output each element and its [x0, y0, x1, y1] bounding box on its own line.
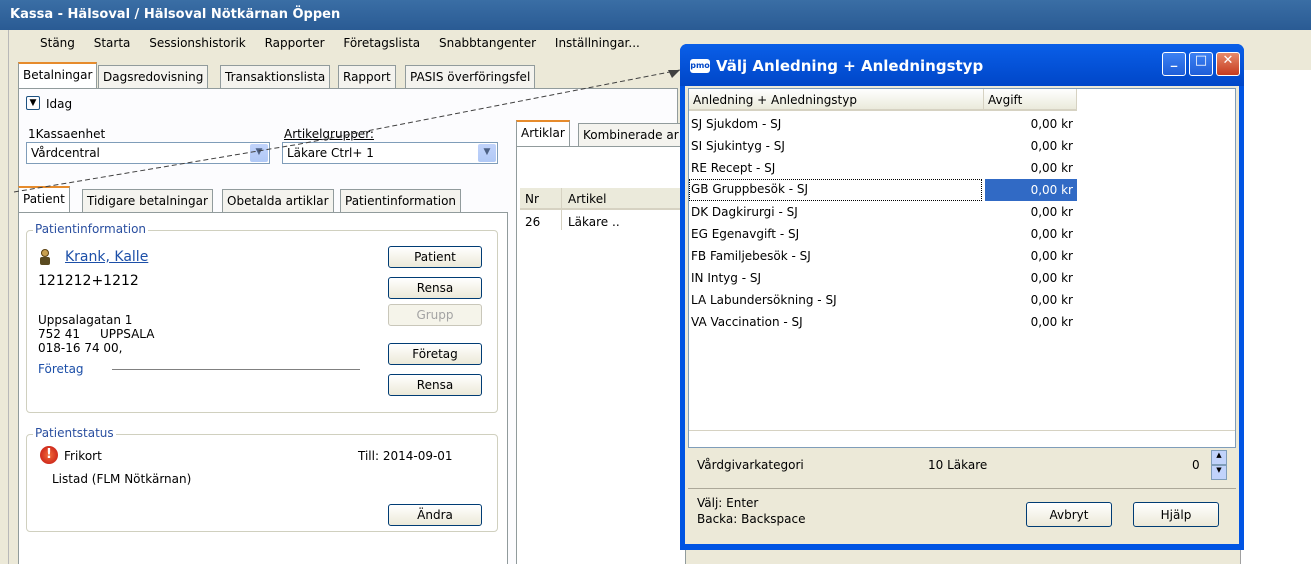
- spin-down-icon[interactable]: ▼: [1211, 465, 1227, 480]
- list-item[interactable]: SI Sjukintyg - SJ 0,00 kr: [689, 135, 1237, 157]
- dialog-body: Anledning + Anledningstyp Avgift SJ Sjuk…: [685, 86, 1239, 544]
- list-item[interactable]: FB Familjebesök - SJ 0,00 kr: [689, 245, 1237, 267]
- avgift-cell: 0,00 kr: [1030, 315, 1073, 329]
- anledning-cell: LA Labundersökning - SJ: [691, 293, 837, 307]
- avgift-cell: 0,00 kr: [985, 179, 1077, 201]
- list-item[interactable]: EG Egenavgift - SJ 0,00 kr: [689, 223, 1237, 245]
- spin-up-icon[interactable]: ▲: [1211, 450, 1227, 465]
- avgift-cell: 0,00 kr: [1030, 161, 1073, 175]
- close-icon[interactable]: ✕: [1216, 52, 1240, 76]
- vardgivarkategori-label: Vårdgivarkategori: [697, 458, 804, 472]
- anledning-cell: SJ Sjukdom - SJ: [691, 117, 782, 131]
- list-divider: [689, 430, 1235, 431]
- anledning-cell: VA Vaccination - SJ: [691, 315, 803, 329]
- list-item[interactable]: DK Dagkirurgi - SJ 0,00 kr: [689, 201, 1237, 223]
- avgift-cell: 0,00 kr: [1030, 271, 1073, 285]
- anledning-cell: GB Gruppbesök - SJ: [689, 179, 982, 201]
- col-anledning[interactable]: Anledning + Anledningstyp: [689, 89, 984, 111]
- avgift-cell: 0,00 kr: [1030, 139, 1073, 153]
- col-avgift[interactable]: Avgift: [984, 89, 1077, 111]
- footer-divider: [688, 488, 1236, 489]
- anledning-cell: DK Dagkirurgi - SJ: [691, 205, 798, 219]
- list-item[interactable]: VA Vaccination - SJ 0,00 kr: [689, 311, 1237, 333]
- avgift-cell: 0,00 kr: [1030, 227, 1073, 241]
- anledning-cell: EG Egenavgift - SJ: [691, 227, 800, 241]
- maximize-icon[interactable]: □: [1189, 52, 1213, 76]
- list-item[interactable]: LA Labundersökning - SJ 0,00 kr: [689, 289, 1237, 311]
- avgift-cell: 0,00 kr: [1030, 249, 1073, 263]
- anledning-cell: RE Recept - SJ: [691, 161, 776, 175]
- list-item[interactable]: GB Gruppbesök - SJ 0,00 kr: [689, 179, 1237, 201]
- avgift-cell: 0,00 kr: [1030, 293, 1073, 307]
- valj-anledning-dialog: Välj Anledning + Anledningstyp pmo _ □ ✕…: [680, 44, 1244, 550]
- minimize-icon[interactable]: _: [1162, 52, 1186, 76]
- avgift-cell: 0,00 kr: [1030, 205, 1073, 219]
- list-item[interactable]: RE Recept - SJ 0,00 kr: [689, 157, 1237, 179]
- list-item[interactable]: IN Intyg - SJ 0,00 kr: [689, 267, 1237, 289]
- dialog-title: Välj Anledning + Anledningstyp: [716, 57, 984, 75]
- avgift-cell: 0,00 kr: [1030, 117, 1073, 131]
- hint-backa: Backa: Backspace: [697, 512, 806, 526]
- anledning-cell: FB Familjebesök - SJ: [691, 249, 811, 263]
- anledning-cell: IN Intyg - SJ: [691, 271, 762, 285]
- pmo-logo-icon: pmo: [690, 59, 710, 73]
- hint-valj: Välj: Enter: [697, 496, 759, 510]
- dialog-titlebar: Välj Anledning + Anledningstyp: [680, 44, 1244, 86]
- anledning-cell: SI Sjukintyg - SJ: [691, 139, 785, 153]
- spinner-value[interactable]: 0: [1192, 458, 1200, 472]
- list-item[interactable]: SJ Sjukdom - SJ 0,00 kr: [689, 113, 1237, 135]
- vardgivarkategori-value: 10 Läkare: [928, 458, 988, 472]
- hjalp-button[interactable]: Hjälp: [1133, 502, 1219, 527]
- anledning-list[interactable]: Anledning + Anledningstyp Avgift SJ Sjuk…: [688, 88, 1236, 448]
- avbryt-button[interactable]: Avbryt: [1026, 502, 1112, 527]
